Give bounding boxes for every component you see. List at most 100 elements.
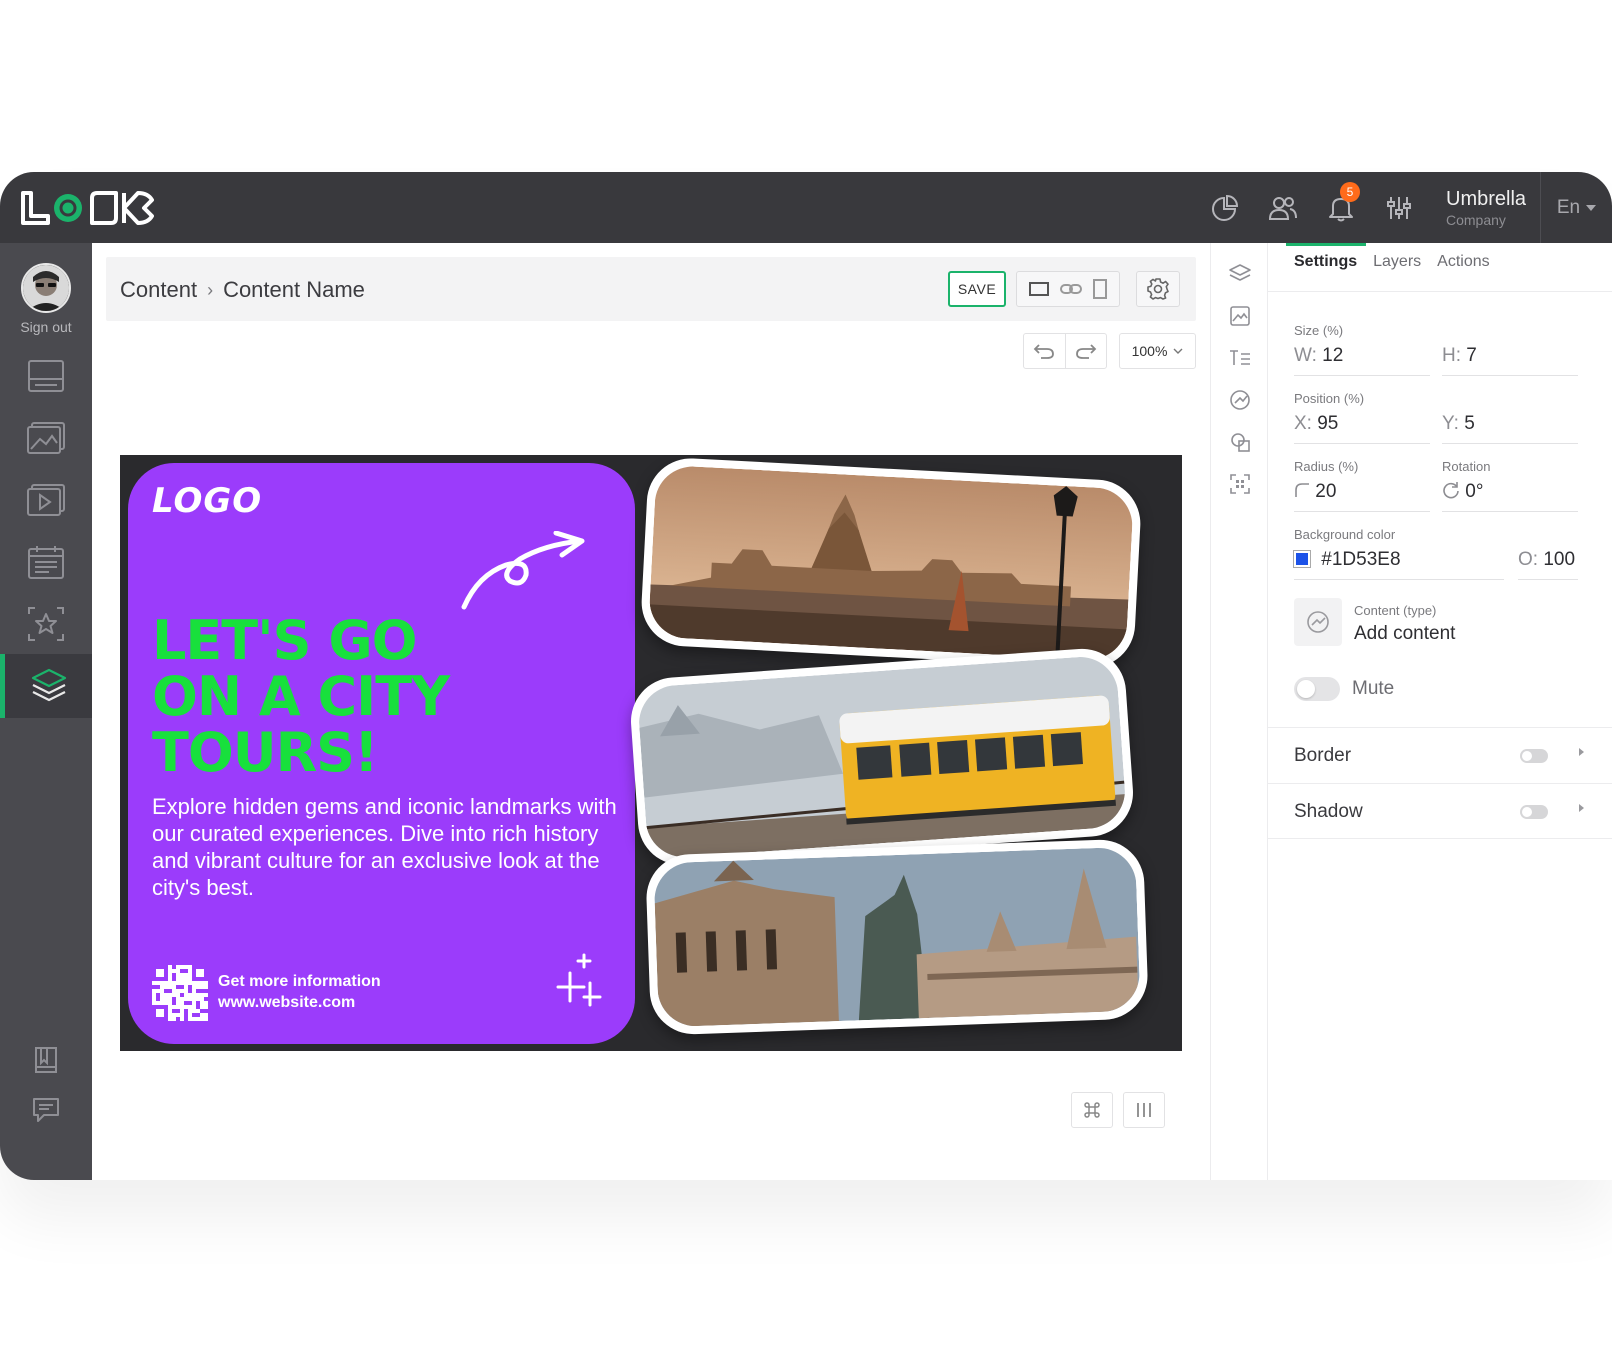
tool-layers[interactable] bbox=[1211, 253, 1269, 295]
add-content-link[interactable]: Add content bbox=[1354, 623, 1455, 645]
save-button[interactable]: SAVE bbox=[948, 271, 1006, 307]
photo-parliament[interactable] bbox=[639, 456, 1143, 670]
radius-label: Radius (%) bbox=[1294, 459, 1359, 474]
border-section[interactable]: Border bbox=[1268, 727, 1612, 783]
notifications-button[interactable]: 5 bbox=[1312, 172, 1370, 243]
redo-button[interactable] bbox=[1066, 334, 1107, 368]
tool-qr[interactable] bbox=[1211, 463, 1269, 505]
chevron-down-icon bbox=[1173, 348, 1183, 354]
pie-chart-icon bbox=[1212, 194, 1239, 221]
shadow-section[interactable]: Shadow bbox=[1268, 783, 1612, 839]
content-type-label: Content (type) bbox=[1354, 603, 1437, 618]
promo-card[interactable]: LOGO LET'S GO ON A CITY TOURS! Explore h… bbox=[128, 463, 635, 1044]
undo-icon bbox=[1033, 344, 1055, 359]
sidebar-item-schedule[interactable] bbox=[0, 530, 92, 594]
x-input[interactable]: X: 95 bbox=[1294, 413, 1430, 444]
color-swatch[interactable] bbox=[1293, 550, 1311, 568]
opacity-key: O: bbox=[1518, 549, 1539, 570]
content-settings-button[interactable] bbox=[1136, 271, 1180, 307]
portrait-icon[interactable] bbox=[1092, 278, 1108, 300]
link-icon[interactable] bbox=[1059, 281, 1083, 297]
height-input[interactable]: H: 7 bbox=[1442, 345, 1578, 376]
sidebar-item-videos[interactable] bbox=[0, 468, 92, 532]
position-label: Position (%) bbox=[1294, 391, 1365, 406]
grid-columns-button[interactable] bbox=[1123, 1092, 1165, 1128]
mute-toggle[interactable] bbox=[1294, 677, 1340, 701]
users-button[interactable] bbox=[1254, 172, 1312, 243]
sidebar-item-images[interactable] bbox=[0, 406, 92, 470]
width-input[interactable]: W: 12 bbox=[1294, 345, 1430, 376]
border-toggle[interactable] bbox=[1520, 749, 1548, 763]
arrow-doodle-icon[interactable] bbox=[458, 531, 588, 611]
content-type-button[interactable] bbox=[1294, 598, 1342, 646]
text-icon bbox=[1230, 350, 1250, 365]
card-logo[interactable]: LOGO bbox=[152, 481, 262, 521]
layers-icon bbox=[1229, 264, 1251, 281]
settings-sliders-button[interactable] bbox=[1370, 172, 1428, 243]
info-line-2: www.website.com bbox=[218, 994, 356, 1011]
parliament-image bbox=[647, 464, 1135, 662]
shadow-toggle[interactable] bbox=[1520, 805, 1548, 819]
tool-widget[interactable] bbox=[1211, 379, 1269, 421]
sidebar-item-content[interactable] bbox=[0, 654, 92, 718]
breadcrumb-content-name: Content Name bbox=[223, 277, 365, 302]
x-value: 95 bbox=[1317, 413, 1339, 434]
border-expand-icon[interactable] bbox=[1579, 748, 1584, 756]
sidebar-item-screens[interactable] bbox=[0, 344, 92, 408]
language-select[interactable]: En bbox=[1540, 172, 1612, 243]
breadcrumb-content[interactable]: Content bbox=[120, 277, 197, 303]
qr-scan-icon bbox=[1230, 474, 1250, 494]
app-logo[interactable] bbox=[20, 190, 160, 226]
image-icon bbox=[1230, 306, 1250, 326]
radius-input[interactable]: 20 bbox=[1294, 481, 1430, 512]
undo-button[interactable] bbox=[1024, 334, 1066, 368]
tram-image bbox=[636, 654, 1128, 860]
avatar[interactable] bbox=[21, 263, 71, 313]
photo-tram[interactable] bbox=[628, 645, 1136, 869]
opacity-input[interactable]: O: 100 bbox=[1518, 549, 1578, 580]
calendar-icon bbox=[28, 546, 64, 579]
card-description[interactable]: Explore hidden gems and iconic landmarks… bbox=[152, 793, 622, 901]
star-icon bbox=[28, 607, 64, 641]
tool-text[interactable] bbox=[1211, 337, 1269, 379]
landscape-icon[interactable] bbox=[1028, 281, 1050, 297]
caret-down-icon bbox=[1586, 204, 1597, 211]
shadow-label: Shadow bbox=[1294, 801, 1363, 822]
element-toolbar bbox=[1210, 243, 1268, 1180]
analytics-button[interactable] bbox=[1196, 172, 1254, 243]
y-input[interactable]: Y: 5 bbox=[1442, 413, 1578, 444]
breadcrumb-chevron-icon: › bbox=[207, 279, 214, 300]
chat-icon bbox=[33, 1098, 59, 1122]
orientation-toggle bbox=[1016, 271, 1120, 307]
tool-shapes[interactable] bbox=[1211, 421, 1269, 463]
photo-bastion[interactable] bbox=[645, 838, 1149, 1036]
opacity-value: 100 bbox=[1543, 549, 1576, 570]
tab-actions[interactable]: Actions bbox=[1437, 253, 1489, 283]
card-contact[interactable]: Get more information www.website.com bbox=[218, 971, 381, 1013]
qr-code[interactable] bbox=[152, 965, 208, 1021]
company-switcher[interactable]: Umbrella Company bbox=[1428, 188, 1540, 228]
sidebar-item-favorites[interactable] bbox=[0, 592, 92, 656]
rotation-value: 0° bbox=[1465, 481, 1484, 502]
company-subtitle: Company bbox=[1446, 211, 1506, 228]
rotation-input[interactable]: 0° bbox=[1442, 481, 1578, 512]
tabs-divider bbox=[1268, 291, 1612, 292]
sparkle-icon[interactable] bbox=[556, 953, 602, 1007]
headline-line-2: ON A CITY bbox=[152, 665, 450, 728]
editor-workspace: Content › Content Name SAVE 100% LOGO LE… bbox=[92, 243, 1210, 1180]
zoom-select[interactable]: 100% bbox=[1119, 333, 1196, 369]
columns-icon bbox=[1137, 1103, 1151, 1117]
headline-line-1: LET'S GO bbox=[152, 609, 418, 672]
rotate-icon bbox=[1443, 482, 1459, 499]
sign-out-link[interactable]: Sign out bbox=[0, 319, 92, 335]
radius-value: 20 bbox=[1315, 481, 1337, 502]
design-canvas[interactable]: LOGO LET'S GO ON A CITY TOURS! Explore h… bbox=[120, 455, 1182, 1051]
background-color-input[interactable]: #1D53E8 bbox=[1293, 549, 1504, 580]
shadow-expand-icon[interactable] bbox=[1579, 804, 1584, 812]
tab-layers[interactable]: Layers bbox=[1373, 253, 1421, 283]
sidebar-item-support[interactable] bbox=[0, 1078, 92, 1142]
card-headline[interactable]: LET'S GO ON A CITY TOURS! bbox=[152, 613, 612, 781]
tool-image[interactable] bbox=[1211, 295, 1269, 337]
shortcuts-button[interactable] bbox=[1071, 1092, 1113, 1128]
tab-settings[interactable]: Settings bbox=[1286, 243, 1366, 283]
